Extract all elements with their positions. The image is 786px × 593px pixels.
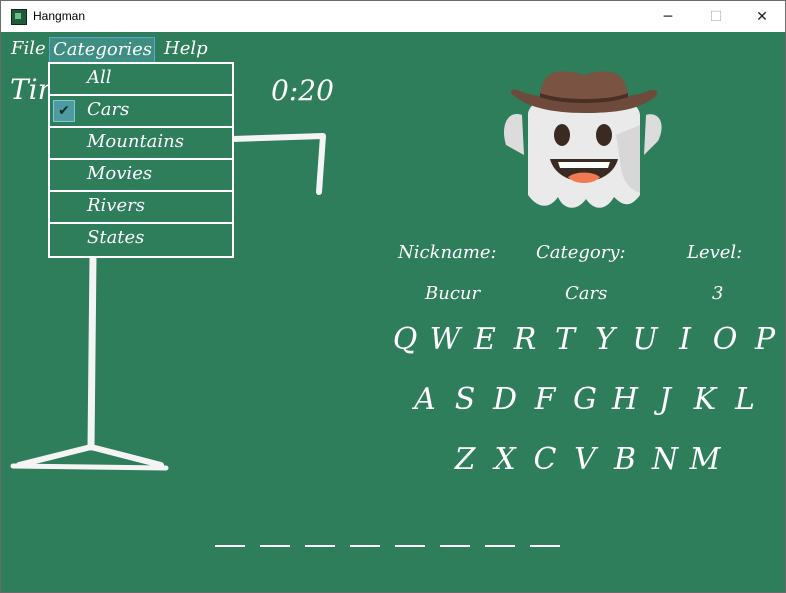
- key-w[interactable]: W: [429, 322, 461, 357]
- key-a[interactable]: A: [409, 382, 441, 417]
- key-n[interactable]: N: [649, 442, 681, 477]
- letter-blank: [215, 545, 245, 547]
- checkmark-icon: ✔: [53, 100, 75, 122]
- level-value: 3: [712, 283, 724, 304]
- key-v[interactable]: V: [569, 442, 601, 477]
- letter-blank: [530, 545, 560, 547]
- category-item-label: Mountains: [87, 131, 185, 152]
- category-item-label: Rivers: [87, 195, 145, 216]
- category-label: Category:: [536, 242, 626, 263]
- window-title: Hangman: [33, 9, 86, 23]
- category-item-label: All: [87, 67, 112, 88]
- key-f[interactable]: F: [529, 382, 561, 417]
- key-j[interactable]: J: [649, 382, 681, 417]
- minimize-button[interactable]: ─: [645, 1, 691, 32]
- category-item-states[interactable]: States: [50, 224, 232, 254]
- key-i[interactable]: I: [669, 322, 701, 357]
- key-r[interactable]: R: [509, 322, 541, 357]
- key-s[interactable]: S: [449, 382, 481, 417]
- key-h[interactable]: H: [609, 382, 641, 417]
- key-d[interactable]: D: [489, 382, 521, 417]
- categories-dropdown: All ✔ Cars Mountains Movies Rivers State…: [48, 62, 234, 258]
- game-board: File Categories Help Tin 0:20 All ✔ Cars…: [1, 32, 785, 592]
- key-b[interactable]: B: [609, 442, 641, 477]
- category-item-cars[interactable]: ✔ Cars: [50, 96, 232, 128]
- category-item-label: Cars: [87, 99, 130, 120]
- letter-blank: [395, 545, 425, 547]
- letter-blank: [350, 545, 380, 547]
- category-item-label: Movies: [87, 163, 153, 184]
- category-item-rivers[interactable]: Rivers: [50, 192, 232, 224]
- key-g[interactable]: G: [569, 382, 601, 417]
- nickname-label: Nickname:: [398, 242, 497, 263]
- key-l[interactable]: L: [729, 382, 761, 417]
- letter-blank: [260, 545, 290, 547]
- key-y[interactable]: Y: [589, 322, 621, 357]
- letter-blank: [305, 545, 335, 547]
- category-value: Cars: [565, 283, 608, 304]
- title-bar: Hangman ─ ☐ ✕: [1, 1, 785, 32]
- key-p[interactable]: P: [749, 322, 781, 357]
- close-button[interactable]: ✕: [739, 1, 785, 32]
- key-z[interactable]: Z: [449, 442, 481, 477]
- level-label: Level:: [687, 242, 743, 263]
- key-c[interactable]: C: [529, 442, 561, 477]
- nickname-value: Bucur: [425, 283, 481, 304]
- key-o[interactable]: O: [709, 322, 741, 357]
- category-item-movies[interactable]: Movies: [50, 160, 232, 192]
- key-q[interactable]: Q: [389, 322, 421, 357]
- category-item-all[interactable]: All: [50, 64, 232, 96]
- category-item-label: States: [87, 227, 145, 248]
- key-m[interactable]: M: [689, 442, 721, 477]
- maximize-button[interactable]: ☐: [693, 1, 739, 32]
- ghost-cowboy-icon: [503, 71, 662, 208]
- key-t[interactable]: T: [549, 322, 581, 357]
- key-u[interactable]: U: [629, 322, 661, 357]
- category-item-mountains[interactable]: Mountains: [50, 128, 232, 160]
- key-x[interactable]: X: [489, 442, 521, 477]
- hangman-app-icon: [11, 9, 27, 25]
- letter-blank: [485, 545, 515, 547]
- letter-blank: [440, 545, 470, 547]
- key-e[interactable]: E: [469, 322, 501, 357]
- hangman-window: Hangman ─ ☐ ✕ File Categories Help Tin 0…: [0, 0, 786, 593]
- key-k[interactable]: K: [689, 382, 721, 417]
